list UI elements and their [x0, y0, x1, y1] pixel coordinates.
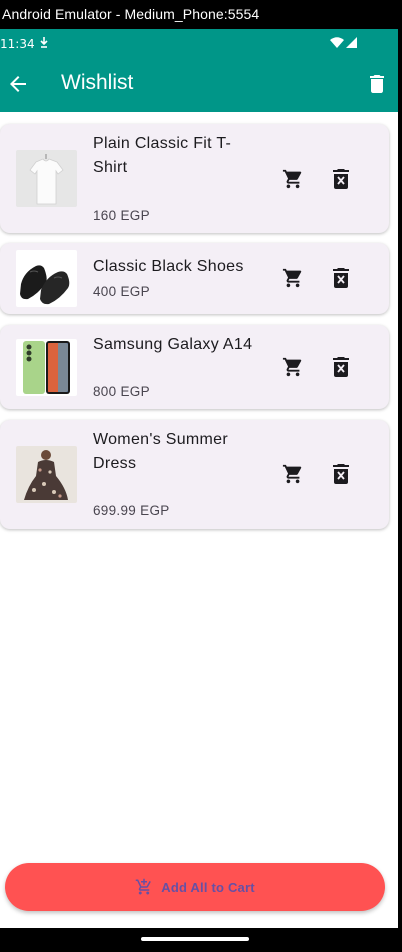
wishlist-item[interactable]: Plain Classic Fit T-Shirt 160 EGP	[0, 124, 389, 233]
product-price: 699.99 EGP	[93, 503, 170, 518]
product-price: 800 EGP	[93, 384, 150, 399]
add-all-to-cart-button[interactable]: Add All to Cart	[5, 863, 385, 911]
status-time: 11:34	[0, 37, 35, 51]
product-image-tshirt	[16, 150, 77, 207]
home-gesture-handle[interactable]	[141, 937, 249, 941]
add-all-to-cart-label: Add All to Cart	[161, 879, 255, 895]
screen-edge	[398, 29, 402, 56]
add-to-cart-icon[interactable]	[282, 267, 304, 289]
arrow-back-icon[interactable]	[6, 72, 30, 96]
product-image-dress	[16, 446, 77, 503]
remove-item-icon[interactable]	[331, 356, 351, 378]
add-to-cart-icon[interactable]	[282, 463, 304, 485]
wishlist-item[interactable]: Samsung Galaxy A14 800 EGP	[0, 325, 389, 409]
download-icon	[40, 37, 48, 48]
status-bar: 11:34	[0, 29, 402, 56]
product-name: Women's Summer Dress	[93, 431, 228, 472]
page-title: Wishlist	[61, 71, 134, 94]
remove-item-icon[interactable]	[331, 168, 351, 190]
product-price: 400 EGP	[93, 284, 150, 299]
add-to-cart-icon[interactable]	[282, 356, 304, 378]
remove-item-icon[interactable]	[331, 463, 351, 485]
screen-edge	[398, 56, 402, 112]
add-to-cart-icon[interactable]	[282, 168, 304, 190]
product-image-phone	[16, 339, 77, 396]
navigation-bar	[0, 928, 402, 952]
product-name: Plain Classic Fit T-Shirt	[93, 135, 232, 176]
delete-icon[interactable]	[365, 72, 389, 96]
screen-edge	[398, 112, 402, 928]
emulator-window-title: Android Emulator - Medium_Phone:5554	[0, 0, 402, 29]
add-shopping-cart-icon	[135, 878, 152, 895]
product-name: Samsung Galaxy A14	[93, 336, 253, 353]
signal-icon	[346, 37, 357, 48]
wishlist-item[interactable]: Classic Black Shoes 400 EGP	[0, 243, 389, 314]
product-image-shoes	[16, 250, 77, 307]
remove-item-icon[interactable]	[331, 267, 351, 289]
product-name: Classic Black Shoes	[93, 258, 244, 275]
product-price: 160 EGP	[93, 208, 150, 223]
app-bar: Wishlist	[0, 56, 402, 112]
wishlist-item[interactable]: Women's Summer Dress 699.99 EGP	[0, 420, 389, 529]
wifi-icon	[330, 37, 344, 48]
wishlist-content: Plain Classic Fit T-Shirt 160 EGP Classi…	[0, 112, 398, 928]
